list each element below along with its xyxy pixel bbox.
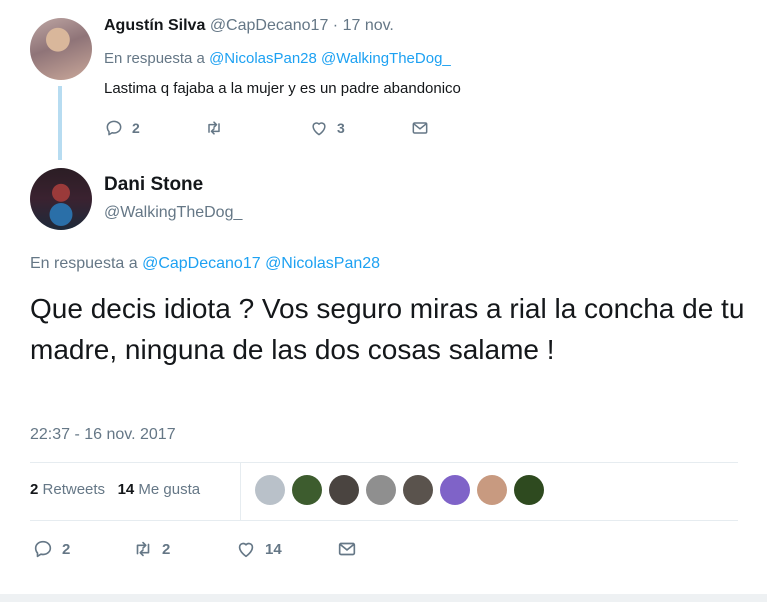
reply-icon <box>34 540 52 558</box>
main-in-reply-to: En respuesta a @CapDecano17 @NicolasPan2… <box>30 255 380 273</box>
like-icon <box>238 542 254 558</box>
main-like-button[interactable]: 14 <box>235 538 282 560</box>
retweet-icon <box>208 121 220 135</box>
retweet-stat-count: 2 <box>30 481 39 498</box>
liker-avatar[interactable] <box>440 475 470 505</box>
liker-avatar[interactable] <box>477 475 507 505</box>
main-like-count: 14 <box>265 540 282 558</box>
liker-avatar[interactable] <box>403 475 433 505</box>
stats-separator <box>240 462 241 520</box>
liker-avatars <box>255 475 544 505</box>
reply-action-bar: 2 3 <box>104 118 444 140</box>
main-author-avatar[interactable] <box>30 168 92 230</box>
like-icon <box>312 122 326 136</box>
reply-reply-count: 2 <box>132 120 140 136</box>
reply-author-header: Agustín Silva @CapDecano17 · 17 nov. <box>104 17 394 35</box>
main-dm-button[interactable] <box>336 538 358 560</box>
like-stat-count: 14 <box>117 481 135 498</box>
reply-tweet-text: Lastima q fajaba a la mujer y es un padr… <box>104 80 461 97</box>
main-reply-count: 2 <box>62 540 71 558</box>
reply-in-reply-to: En respuesta a @NicolasPan28 @WalkingThe… <box>104 50 451 67</box>
main-retweet-button[interactable]: 2 <box>132 538 170 560</box>
reply-author-handle-date[interactable]: @CapDecano17 · 17 nov. <box>210 17 394 34</box>
reply-in-reply-mentions[interactable]: @NicolasPan28 @WalkingTheDog_ <box>209 50 451 67</box>
retweet-stat[interactable]: 2 Retweets <box>30 481 105 498</box>
retweet-stat-label: Retweets <box>42 481 106 498</box>
liker-avatar[interactable] <box>255 475 285 505</box>
thread-connector-line <box>58 86 62 160</box>
main-author-name[interactable]: Dani Stone <box>104 174 203 196</box>
timeline-bottom-border <box>0 594 767 602</box>
reply-reply-button[interactable]: 2 <box>104 118 140 138</box>
reply-dm-button[interactable] <box>410 118 430 138</box>
main-reply-button[interactable]: 2 <box>32 538 70 560</box>
reply-icon <box>106 120 122 136</box>
reply-retweet-button[interactable] <box>204 118 232 138</box>
liker-avatar[interactable] <box>292 475 322 505</box>
reply-in-reply-prefix: En respuesta a <box>104 50 205 67</box>
main-in-reply-mentions[interactable]: @CapDecano17 @NicolasPan28 <box>142 255 380 272</box>
reply-author-name[interactable]: Agustín Silva <box>104 17 205 34</box>
reply-author-avatar[interactable] <box>30 18 92 80</box>
tweet-timestamp[interactable]: 22:37 - 16 nov. 2017 <box>30 426 176 444</box>
reply-tweet: Agustín Silva @CapDecano17 · 17 nov. En … <box>0 0 767 170</box>
divider <box>30 520 738 521</box>
like-stat[interactable]: 14 Me gusta <box>118 481 201 498</box>
like-stat-label: Me gusta <box>138 481 201 498</box>
liker-avatar[interactable] <box>329 475 359 505</box>
reply-like-count: 3 <box>337 120 345 136</box>
direct-message-icon <box>412 122 428 134</box>
main-action-bar: 2 2 14 <box>32 538 392 562</box>
main-author-handle[interactable]: @WalkingTheDog_ <box>104 204 242 222</box>
reply-like-button[interactable]: 3 <box>309 118 345 138</box>
retweet-icon <box>136 541 150 557</box>
main-tweet-text: Que decis idiota ? Vos seguro miras a ri… <box>30 293 745 365</box>
divider <box>30 462 738 463</box>
engagement-stats: 2 Retweets 14 Me gusta <box>30 481 200 498</box>
main-in-reply-prefix: En respuesta a <box>30 255 138 272</box>
direct-message-icon <box>338 542 356 556</box>
liker-avatar[interactable] <box>366 475 396 505</box>
liker-avatar[interactable] <box>514 475 544 505</box>
main-retweet-count: 2 <box>162 540 171 558</box>
